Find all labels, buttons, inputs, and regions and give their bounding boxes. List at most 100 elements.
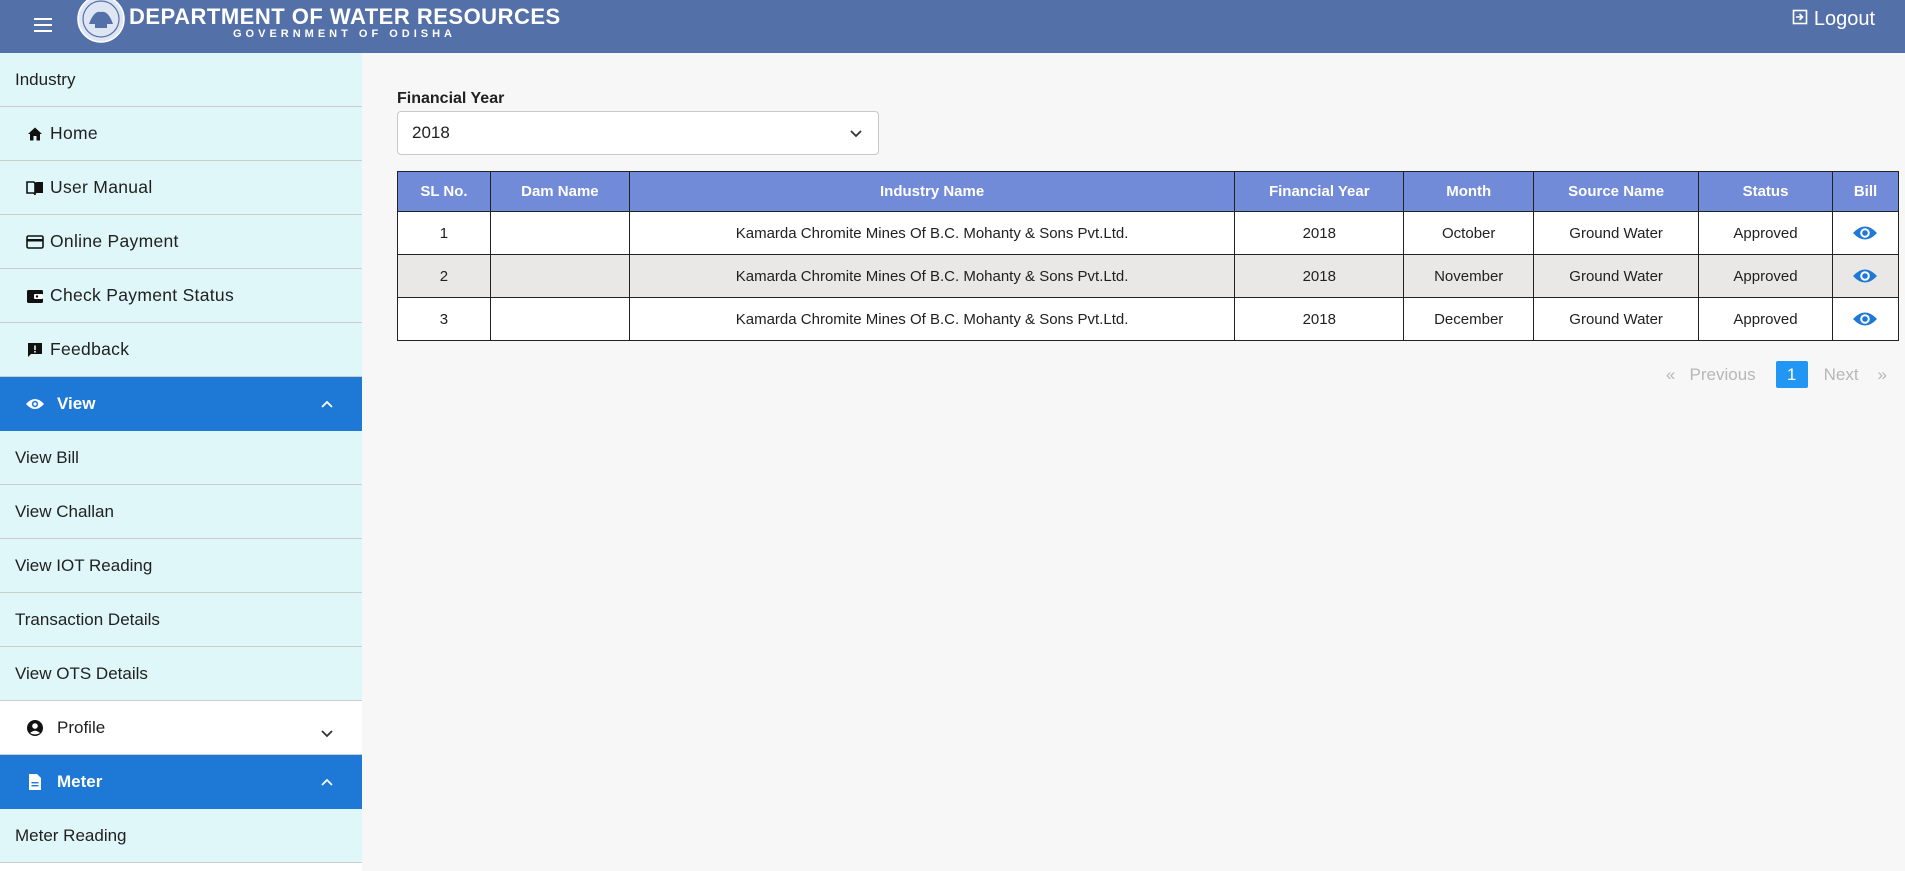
sidebar-group-view[interactable]: View bbox=[0, 377, 362, 431]
document-icon bbox=[25, 772, 45, 792]
sidebar-menu: Industry Home User Manual Online Payment… bbox=[0, 53, 362, 863]
odisha-emblem-logo bbox=[76, 0, 126, 43]
cell-financial-year: 2018 bbox=[1234, 211, 1405, 255]
column-header: Source Name bbox=[1533, 171, 1700, 212]
sidebar-item-label: Meter Reading bbox=[15, 825, 127, 845]
cell-dam-name bbox=[489, 297, 630, 341]
sidebar-item-view-bill[interactable]: View Bill bbox=[0, 431, 362, 485]
pagination-page-current[interactable]: 1 bbox=[1775, 361, 1808, 388]
pagination: « Previous 1 Next » bbox=[1666, 361, 1887, 388]
home-icon bbox=[25, 124, 45, 144]
sidebar-group-label: Profile bbox=[57, 717, 106, 737]
sidebar-item-industry[interactable]: Industry bbox=[0, 53, 362, 107]
column-header: Month bbox=[1403, 171, 1535, 212]
cell-bill bbox=[1831, 254, 1900, 298]
cell-status: Approved bbox=[1698, 254, 1833, 298]
column-header: SL No. bbox=[397, 171, 491, 212]
logout-label: Logout bbox=[1813, 7, 1875, 30]
cell-sl-no: 2 bbox=[397, 254, 491, 298]
sidebar-item-label: Industry bbox=[15, 69, 76, 89]
sidebar-item-label: View Bill bbox=[15, 447, 79, 467]
chevron-up-icon bbox=[317, 394, 337, 414]
column-header: Bill bbox=[1831, 171, 1900, 212]
cell-month: November bbox=[1403, 254, 1535, 298]
chevron-up-icon bbox=[317, 772, 337, 792]
sidebar-item-label: Check Payment Status bbox=[50, 285, 234, 305]
sidebar-item-user-manual[interactable]: User Manual bbox=[0, 161, 362, 215]
table-row: 2 Kamarda Chromite Mines Of B.C. Mohanty… bbox=[397, 254, 1900, 298]
sidebar: Industry Home User Manual Online Payment… bbox=[0, 53, 362, 871]
cell-source-name: Ground Water bbox=[1533, 211, 1700, 255]
sidebar-item-label: Online Payment bbox=[50, 231, 179, 251]
sidebar-item-feedback[interactable]: Feedback bbox=[0, 323, 362, 377]
next-label: Next bbox=[1823, 364, 1859, 384]
cell-bill bbox=[1831, 297, 1900, 341]
financial-year-label: Financial Year bbox=[397, 90, 505, 107]
sidebar-item-view-iot-reading[interactable]: View IOT Reading bbox=[0, 539, 362, 593]
bills-table: SL No. Dam Name Industry Name Financial … bbox=[397, 171, 1900, 341]
pagination-next[interactable]: Next » bbox=[1824, 365, 1887, 385]
cell-financial-year: 2018 bbox=[1234, 254, 1405, 298]
book-icon bbox=[25, 178, 45, 198]
cell-status: Approved bbox=[1698, 211, 1833, 255]
eye-icon bbox=[25, 394, 45, 414]
column-header: Status bbox=[1698, 171, 1833, 212]
menu-icon[interactable] bbox=[30, 12, 56, 38]
column-header: Financial Year bbox=[1234, 171, 1405, 212]
view-bill-eye-icon[interactable] bbox=[1851, 262, 1879, 290]
sidebar-item-check-payment-status[interactable]: Check Payment Status bbox=[0, 269, 362, 323]
sidebar-item-label: View OTS Details bbox=[15, 663, 148, 683]
sidebar-item-label: View Challan bbox=[15, 501, 114, 521]
column-header: Industry Name bbox=[628, 171, 1236, 212]
table-header-row: SL No. Dam Name Industry Name Financial … bbox=[397, 171, 1900, 212]
credit-card-icon bbox=[25, 232, 45, 252]
sidebar-item-label: View IOT Reading bbox=[15, 555, 153, 575]
sidebar-item-label: Feedback bbox=[50, 339, 130, 359]
logout-icon bbox=[1792, 8, 1808, 31]
sidebar-item-label: Transaction Details bbox=[15, 609, 160, 629]
account-circle-icon bbox=[25, 718, 45, 738]
sidebar-group-meter[interactable]: Meter bbox=[0, 755, 362, 809]
cell-source-name: Ground Water bbox=[1533, 254, 1700, 298]
view-bill-eye-icon[interactable] bbox=[1851, 219, 1879, 247]
cell-financial-year: 2018 bbox=[1234, 297, 1405, 341]
cell-month: December bbox=[1403, 297, 1535, 341]
sidebar-item-label: Home bbox=[50, 123, 98, 143]
cell-sl-no: 1 bbox=[397, 211, 491, 255]
cell-dam-name bbox=[489, 254, 630, 298]
cell-industry-name: Kamarda Chromite Mines Of B.C. Mohanty &… bbox=[628, 211, 1236, 255]
cell-industry-name: Kamarda Chromite Mines Of B.C. Mohanty &… bbox=[628, 297, 1236, 341]
sidebar-item-home[interactable]: Home bbox=[0, 107, 362, 161]
chevron-down-icon bbox=[846, 124, 866, 144]
sidebar-item-view-challan[interactable]: View Challan bbox=[0, 485, 362, 539]
cell-source-name: Ground Water bbox=[1533, 297, 1700, 341]
top-app-bar: DEPARTMENT OF WATER RESOURCES GOVERNMENT… bbox=[0, 0, 1905, 53]
cell-industry-name: Kamarda Chromite Mines Of B.C. Mohanty &… bbox=[628, 254, 1236, 298]
wallet-icon bbox=[25, 286, 45, 306]
financial-year-value: 2018 bbox=[412, 123, 450, 142]
main-content: Financial Year 2018 SL No. Dam Name Indu… bbox=[381, 53, 1905, 871]
sidebar-item-online-payment[interactable]: Online Payment bbox=[0, 215, 362, 269]
sidebar-item-label: User Manual bbox=[50, 177, 153, 197]
sidebar-group-label: View bbox=[57, 394, 96, 413]
cell-dam-name bbox=[489, 211, 630, 255]
app-subtitle: GOVERNMENT OF ODISHA bbox=[233, 28, 457, 40]
feedback-icon bbox=[25, 340, 45, 360]
financial-year-select[interactable]: 2018 bbox=[397, 111, 879, 155]
view-bill-eye-icon[interactable] bbox=[1851, 305, 1879, 333]
chevron-down-icon bbox=[317, 724, 337, 744]
cell-bill bbox=[1831, 211, 1900, 255]
cell-sl-no: 3 bbox=[397, 297, 491, 341]
double-chevron-left-icon: « bbox=[1665, 364, 1676, 384]
sidebar-item-view-ots-details[interactable]: View OTS Details bbox=[0, 647, 362, 701]
pagination-previous[interactable]: « Previous bbox=[1666, 365, 1756, 385]
sidebar-item-meter-reading[interactable]: Meter Reading bbox=[0, 809, 362, 863]
table-row: 3 Kamarda Chromite Mines Of B.C. Mohanty… bbox=[397, 297, 1900, 341]
sidebar-group-label: Meter bbox=[57, 772, 103, 791]
cell-month: October bbox=[1403, 211, 1535, 255]
sidebar-item-transaction-details[interactable]: Transaction Details bbox=[0, 593, 362, 647]
sidebar-group-profile[interactable]: Profile bbox=[0, 701, 362, 755]
cell-status: Approved bbox=[1698, 297, 1833, 341]
logout-button[interactable]: Logout bbox=[1792, 6, 1875, 32]
app-title: DEPARTMENT OF WATER RESOURCES bbox=[129, 4, 561, 29]
